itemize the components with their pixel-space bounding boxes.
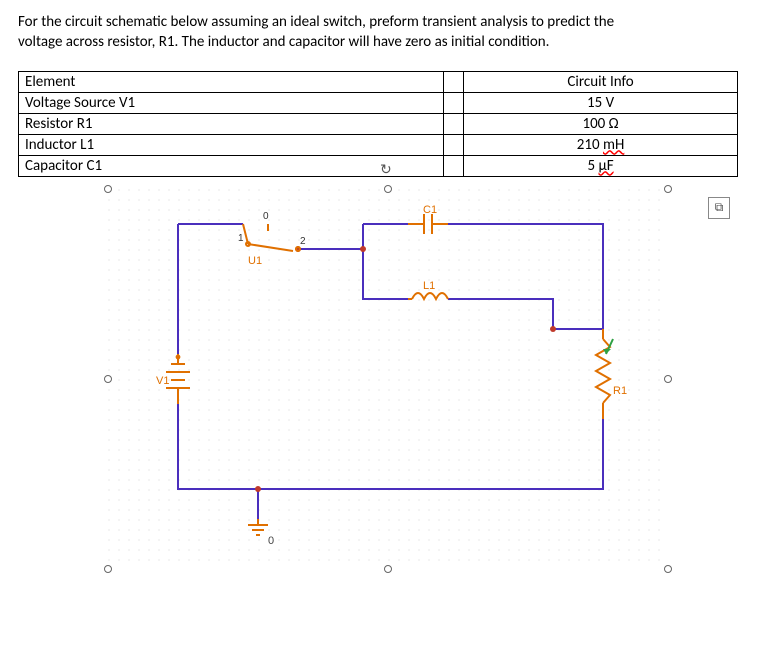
header-element: Element (19, 71, 444, 92)
problem-statement: For the circuit schematic below assuming… (18, 12, 759, 53)
circuit-info-table: Element Circuit Info Voltage Source V1 1… (18, 71, 738, 177)
table-row: Inductor L1 210 mH (19, 134, 738, 155)
layout-options-icon: ⧉ (715, 201, 724, 215)
row-value: 15 V (464, 92, 738, 113)
label-sw0: 0 (263, 211, 269, 222)
layout-options-button[interactable]: ⧉ (708, 197, 730, 219)
label-sw2: 2 (300, 236, 306, 247)
header-spacer (444, 71, 464, 92)
resize-handle-bm[interactable] (384, 565, 392, 573)
label-c1: C1 (423, 204, 437, 216)
prompt-line-1: For the circuit schematic below assuming… (18, 13, 614, 31)
prompt-line-2: voltage across resistor, R1. The inducto… (18, 33, 549, 51)
rotate-handle-icon[interactable]: ↻ (380, 161, 396, 177)
row-label: Inductor L1 (19, 134, 444, 155)
label-v1: V1 (156, 375, 169, 387)
label-l1: L1 (423, 280, 435, 292)
resize-handle-br[interactable] (664, 565, 672, 573)
label-sw1: 1 (238, 233, 244, 244)
table-header-row: Element Circuit Info (19, 71, 738, 92)
label-gnd: 0 (268, 535, 274, 547)
row-label: Resistor R1 (19, 113, 444, 134)
resize-handle-bl[interactable] (104, 565, 112, 573)
table-row: Resistor R1 100 Ω (19, 113, 738, 134)
row-value: 5 μF (464, 155, 738, 176)
row-label: Voltage Source V1 (19, 92, 444, 113)
resize-handle-mr[interactable] (664, 375, 672, 383)
label-u1: U1 (248, 255, 262, 267)
row-value: 210 mH (464, 134, 738, 155)
schematic-canvas[interactable]: ↻ ⧉ (108, 189, 668, 569)
table-row: Capacitor C1 5 μF (19, 155, 738, 176)
label-r1: R1 (613, 385, 627, 397)
header-circuit-info: Circuit Info (464, 71, 738, 92)
circuit-schematic: V1 R1 L1 C1 U1 0 1 2 0 (108, 189, 668, 569)
resize-handle-tr[interactable] (664, 185, 672, 193)
table-row: Voltage Source V1 15 V (19, 92, 738, 113)
row-value: 100 Ω (464, 113, 738, 134)
resize-handle-ml[interactable] (104, 375, 112, 383)
resize-handle-tm[interactable] (384, 185, 392, 193)
resize-handle-tl[interactable] (104, 185, 112, 193)
